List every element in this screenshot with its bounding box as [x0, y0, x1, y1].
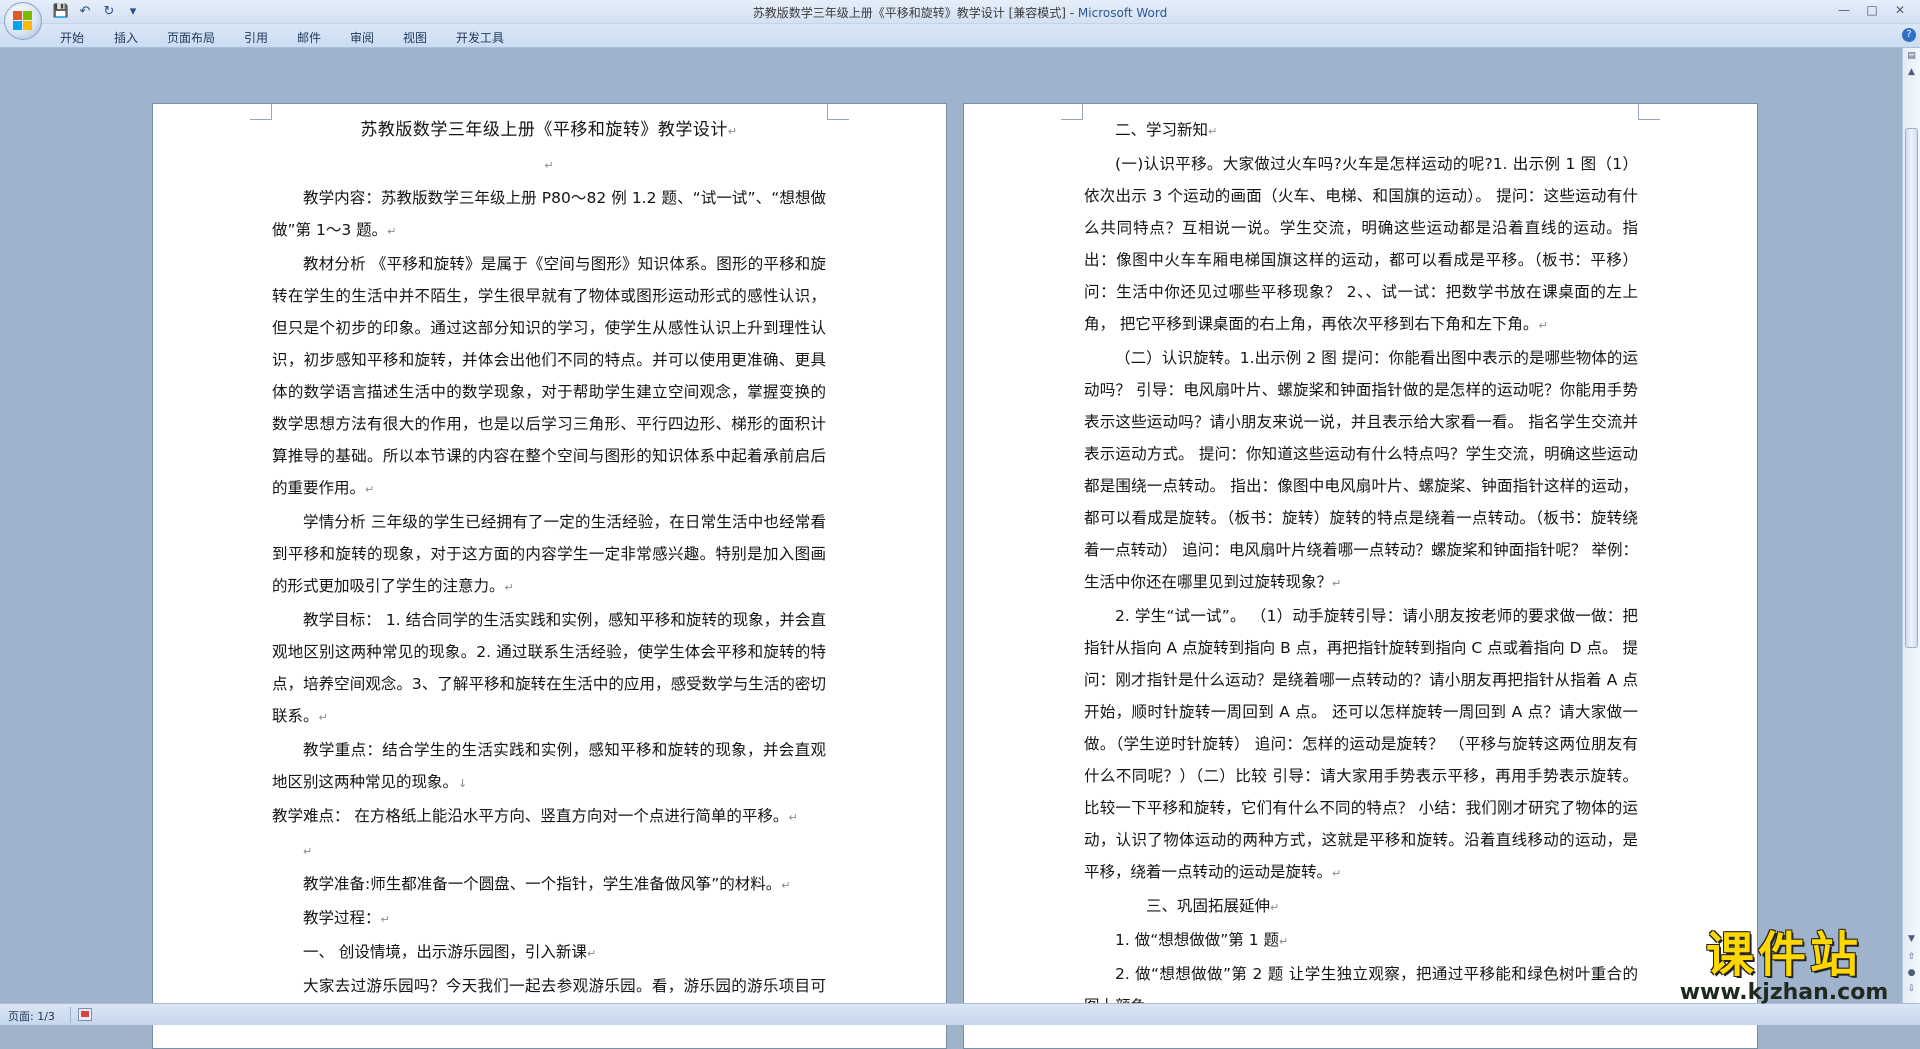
previous-page-icon[interactable]: ⇧	[1905, 951, 1918, 964]
ruler-toggle-icon[interactable]: ▤	[1905, 50, 1918, 63]
crop-mark	[827, 104, 849, 120]
crop-mark	[1061, 104, 1083, 120]
tab-mailings[interactable]: 邮件	[297, 29, 321, 46]
proofing-status-icon[interactable]	[78, 1008, 92, 1021]
paragraph: 教学目标： 1. 结合同学的生活实践和实例，感知平移和旋转的现象，并会直观地区别…	[272, 611, 826, 725]
tab-page-layout[interactable]: 页面布局	[167, 29, 215, 46]
page-2-text[interactable]: 二、学习新知↵ (一)认识平移。大家做过火车吗?火车是怎样运动的呢?1. 出示例…	[1084, 114, 1638, 1024]
vertical-scrollbar[interactable]: ▤ ▲ ▼ ⇧ ● ⇩	[1902, 48, 1920, 1003]
tab-view[interactable]: 视图	[403, 29, 427, 46]
empty-paragraph: ↵	[544, 159, 554, 172]
paragraph: （二）认识旋转。1.出示例 2 图 提问：你能看出图中表示的是哪些物体的运动吗？…	[1084, 349, 1638, 591]
select-browse-object-icon[interactable]: ●	[1905, 967, 1918, 980]
paragraph: (一)认识平移。大家做过火车吗?火车是怎样运动的呢?1. 出示例 1 图（1）依…	[1084, 155, 1638, 333]
site-watermark: 课件站 www.kjzhan.com	[1668, 929, 1900, 1005]
status-divider	[70, 1007, 71, 1023]
next-page-icon[interactable]: ⇩	[1905, 983, 1918, 996]
window-title: 苏教版数学三年级上册《平移和旋转》教学设计 [兼容模式] - Microsoft…	[0, 4, 1920, 21]
crop-mark	[1638, 104, 1660, 120]
office-logo-icon	[13, 11, 33, 31]
watermark-logo-text: 课件站	[1705, 927, 1862, 983]
title-bar: 💾 ↶ ↻ ▾ 苏教版数学三年级上册《平移和旋转》教学设计 [兼容模式] - M…	[0, 0, 1920, 24]
section-heading: 二、学习新知↵	[1115, 121, 1218, 139]
paragraph: 教学过程：↵	[303, 909, 390, 927]
document-heading: 苏教版数学三年级上册《平移和旋转》教学设计↵	[360, 120, 738, 140]
paragraph: 教材分析 《平移和旋转》是属于《空间与图形》知识体系。图形的平移和旋转在学生的生…	[272, 255, 826, 497]
page-count-status[interactable]: 页面: 1/3	[8, 1008, 55, 1024]
help-icon[interactable]: ?	[1902, 28, 1916, 42]
document-title: 苏教版数学三年级上册《平移和旋转》教学设计 [兼容模式] -	[752, 6, 1078, 20]
tab-review[interactable]: 审阅	[350, 29, 374, 46]
scroll-up-icon[interactable]: ▲	[1905, 66, 1918, 79]
app-name: Microsoft Word	[1077, 6, 1168, 20]
document-page-2[interactable]: 二、学习新知↵ (一)认识平移。大家做过火车吗?火车是怎样运动的呢?1. 出示例…	[963, 103, 1758, 1049]
close-icon[interactable]: ✕	[1886, 0, 1914, 20]
office-button[interactable]	[4, 2, 42, 40]
crop-mark	[250, 104, 272, 120]
status-bar: 页面: 1/3	[0, 1003, 1920, 1025]
paragraph: 2. 学生“试一试”。 （1）动手旋转引导：请小朋友按老师的要求做一做：把指针从…	[1084, 607, 1638, 881]
scroll-thumb[interactable]	[1905, 128, 1918, 648]
tab-developer[interactable]: 开发工具	[456, 29, 504, 46]
maximize-icon[interactable]: □	[1858, 0, 1886, 20]
paragraph: 教学内容：苏教版数学三年级上册 P80～82 例 1.2 题、“试一试”、“想想…	[272, 189, 826, 239]
tab-home[interactable]: 开始	[60, 29, 84, 46]
empty-paragraph: ↵	[303, 845, 313, 858]
scroll-down-icon[interactable]: ▼	[1905, 933, 1918, 946]
paragraph: 学情分析 三年级的学生已经拥有了一定的生活经验，在日常生活中也经常看到平移和旋转…	[272, 513, 826, 595]
page-1-text[interactable]: 苏教版数学三年级上册《平移和旋转》教学设计↵ ↵ 教学内容：苏教版数学三年级上册…	[272, 114, 826, 1036]
watermark-url: www.kjzhan.com	[1679, 980, 1889, 1005]
paragraph: 教学重点：结合学生的生活实践和实例，感知平移和旋转的现象，并会直观地区别这两种常…	[272, 741, 826, 791]
tab-references[interactable]: 引用	[244, 29, 268, 46]
document-area: 苏教版数学三年级上册《平移和旋转》教学设计↵ ↵ 教学内容：苏教版数学三年级上册…	[0, 48, 1902, 1049]
section-heading: 一、 创设情境，出示游乐园图，引入新课↵	[303, 943, 597, 961]
document-page-1[interactable]: 苏教版数学三年级上册《平移和旋转》教学设计↵ ↵ 教学内容：苏教版数学三年级上册…	[152, 103, 947, 1049]
paragraph: 教学准备:师生都准备一个圆盘、一个指针，学生准备做风筝”的材料。↵	[303, 875, 791, 893]
ribbon-tabs: 开始 插入 页面布局 引用 邮件 审阅 视图 开发工具 ?	[0, 24, 1920, 48]
paragraph: 教学难点： 在方格纸上能沿水平方向、竖直方向对一个点进行简单的平移。↵	[272, 807, 798, 825]
section-heading: 三、巩固拓展延伸↵	[1146, 897, 1280, 915]
minimize-icon[interactable]: —	[1830, 0, 1858, 20]
window-controls: — □ ✕	[1830, 0, 1914, 20]
tab-insert[interactable]: 插入	[114, 29, 138, 46]
paragraph: 1. 做“想想做做”第 1 题↵	[1115, 931, 1289, 949]
